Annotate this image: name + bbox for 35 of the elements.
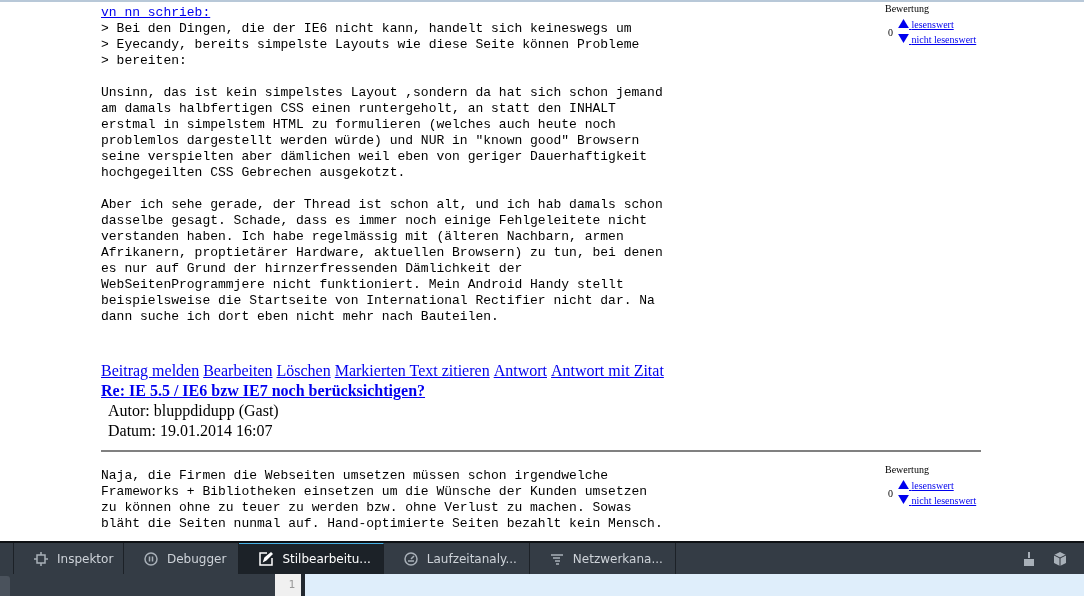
action-link[interactable]: Löschen: [276, 361, 331, 381]
rating-score: 0: [887, 488, 894, 499]
up-triangle-icon: [898, 480, 909, 489]
action-link[interactable]: Bearbeiten: [203, 361, 273, 381]
rating-label: Bewertung: [885, 464, 930, 476]
downvote-link[interactable]: nicht lesenswert: [898, 34, 977, 46]
pause-icon: [144, 551, 158, 566]
down-triangle-icon: [898, 495, 909, 504]
inspector-icon: [34, 551, 48, 566]
rating-score: 0: [887, 27, 894, 38]
gauge-icon: [403, 551, 418, 566]
post-paragraph: Aber ich sehe gerade, der Thread ist schon alt, und ich hab damals schon dasselbe gesagt. Schade, dass es immer noch einige Fehlgeleitete nicht verstanden haben. Ich habe regelmässig mit (älteren Nachbarn, armen Afrikanern, proptietärer Hardware, aktuellen Browsern) zu tun, bei denen es nur auf Grund der hirnzerfressenden Dämlichkeit der WebSeitenProgrammjere nicht funktioniert. Mein Android Handy stellt beispielsweise die Startseite von International Rectifier nicht dar. Na dann suche ich dort eben nicht mehr nach Bauteilen.: [101, 197, 663, 325]
upvote-link[interactable]: lesenswert: [898, 19, 977, 31]
up-triangle-icon: [898, 19, 909, 28]
post-paragraph: > Bei den Dingen, die der IE6 nicht kann, handelt sich keineswegs um > Eyecandy, bereits simpelste Layouts wie diese Seite können Probleme > bereiten:: [101, 21, 641, 69]
author-text: Autor: bluppdidupp (Gast): [107, 401, 280, 421]
rating-label: Bewertung: [885, 3, 930, 15]
post-paragraph: Naja, die Firmen die Webseiten umsetzen müssen schon irgendwelche Frameworks + Bibliotheken einsetzen um die Wünsche der Kunden umsetzen zu können ohne zu teuer zu werden bzw. ohne Verlust zu machen. Sowas bläht die Seiten nunmal auf. Hand-optimierte Seiten bezahlt kein Mensch.: [101, 468, 663, 532]
downvote-link[interactable]: nicht lesenswert: [898, 495, 977, 507]
post-paragraph: Unsinn, das ist kein simpelstes Layout ,sondern da hat sich schon jemand am damals halbfertigen CSS einen runtergeholt, an statt den INHALT erstmal in simpelstem HTML zu formulieren (welches auch heute noch problemlos dargestellt werden würde) und NUR in "known good" Browsern seine verspielten aber dämlichen weil eben von geriger Dauerhaftigkeit hochgegeilten CSS Gebrechen ausgekotzt.: [101, 85, 663, 181]
post-title-link[interactable]: Re: IE 5.5 / IE6 bzw IE7 noch berücksichtigen?: [101, 381, 426, 401]
line-number: 1: [275, 574, 301, 596]
action-link[interactable]: Beitrag melden: [101, 361, 200, 381]
devtools-tab[interactable]: Stilbearbeitu...: [239, 543, 384, 574]
edit-icon: [259, 552, 274, 566]
down-triangle-icon: [898, 34, 909, 43]
action-link[interactable]: Markierten Text zitieren: [334, 361, 490, 381]
quote-author-link[interactable]: vn nn schrieb:: [101, 5, 663, 21]
network-icon: [549, 551, 564, 566]
broom-icon[interactable]: [1022, 551, 1036, 566]
action-link[interactable]: Antwort mit Zitat: [551, 361, 664, 381]
upvote-link[interactable]: lesenswert: [898, 480, 977, 492]
action-link[interactable]: Antwort: [493, 361, 547, 381]
cube-icon[interactable]: [1053, 551, 1067, 566]
date-text: Datum: 19.01.2014 16:07: [107, 421, 274, 441]
